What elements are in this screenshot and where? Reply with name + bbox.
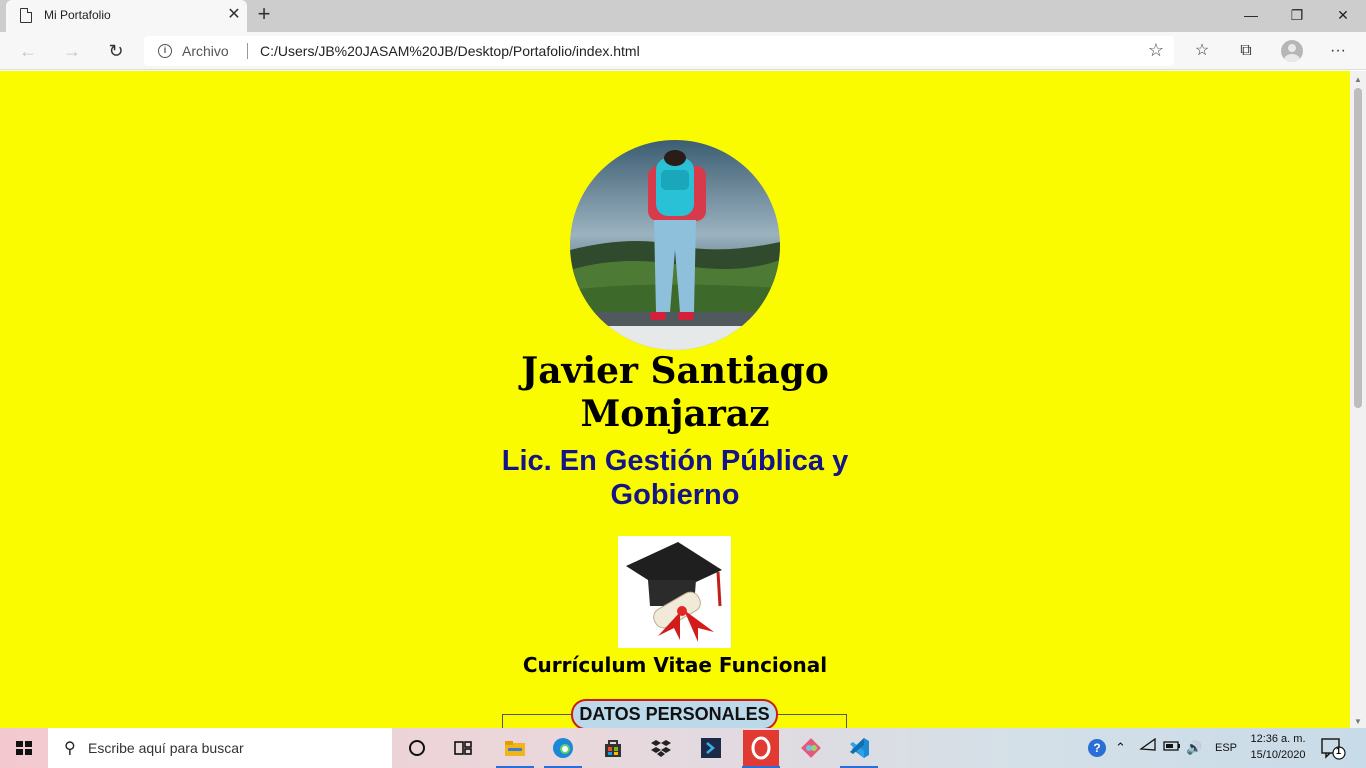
windows-logo-icon	[16, 741, 32, 755]
forward-icon[interactable]: →	[58, 38, 86, 64]
scroll-thumb[interactable]	[1354, 88, 1362, 408]
help-icon[interactable]: ?	[1086, 728, 1108, 768]
site-label: Archivo	[182, 43, 229, 59]
taskbar-search-box[interactable]: ⚲ Escribe aquí para buscar	[48, 728, 392, 768]
favorites-list-icon[interactable]: ☆	[1190, 40, 1214, 64]
edge-icon[interactable]	[540, 728, 586, 768]
file-explorer-icon[interactable]	[492, 728, 538, 768]
address-bar[interactable]: i Archivo C:/Users/JB%20JASAM%20JB/Deskt…	[144, 36, 1174, 66]
graduation-cap-image	[618, 536, 731, 648]
clock[interactable]: 12:36 a. m. 15/10/2020	[1248, 731, 1308, 763]
start-button[interactable]	[0, 728, 48, 768]
task-view-icon[interactable]	[440, 728, 486, 768]
notification-count: 1	[1336, 746, 1342, 756]
vscode-icon[interactable]	[836, 728, 882, 768]
powershell-icon[interactable]	[688, 728, 734, 768]
chevron-up-icon[interactable]: ⌃	[1115, 728, 1126, 768]
address-divider	[247, 43, 248, 59]
url-text[interactable]: C:/Users/JB%20JASAM%20JB/Desktop/Portafo…	[260, 43, 640, 59]
browser-toolbar: ← → ↻ i Archivo C:/Users/JB%20JASAM%20JB…	[0, 32, 1366, 70]
person-name: Javier Santiago Monjaraz	[521, 350, 829, 435]
notification-center-icon[interactable]: 1	[1320, 736, 1346, 760]
page-viewport: Javier Santiago Monjaraz Lic. En Gestión…	[0, 71, 1350, 728]
minimize-button[interactable]: —	[1228, 0, 1274, 32]
opera-icon[interactable]	[738, 728, 784, 768]
vertical-scrollbar[interactable]: ▲ ▼	[1350, 71, 1366, 728]
page-icon	[20, 8, 32, 23]
close-window-button[interactable]: ✕	[1320, 0, 1366, 32]
tab-strip: Mi Portafolio ✕ + — ❐ ✕	[0, 0, 1366, 32]
more-icon[interactable]: ···	[1326, 40, 1350, 64]
wifi-icon[interactable]	[1139, 728, 1157, 768]
battery-icon[interactable]	[1163, 728, 1181, 768]
tab-title: Mi Portafolio	[44, 8, 111, 22]
profile-photo	[570, 140, 780, 350]
section-legend: DATOS PERSONALES	[571, 699, 778, 728]
info-icon[interactable]: i	[158, 44, 172, 58]
clock-date: 15/10/2020	[1250, 749, 1306, 761]
back-icon[interactable]: ←	[14, 38, 42, 64]
degree-title: Lic. En Gestión Pública y Gobierno	[501, 445, 849, 511]
refresh-icon[interactable]: ↻	[102, 38, 130, 64]
cv-title: Currículum Vitae Funcional	[522, 653, 828, 677]
svg-text:?: ?	[1093, 741, 1100, 755]
windows-taskbar: ⚲ Escribe aquí para buscar ? ⌃ 🔊 ESP 12:…	[0, 728, 1366, 768]
cortana-icon[interactable]	[394, 728, 440, 768]
tab-close-icon[interactable]: ✕	[224, 5, 244, 25]
clock-time: 12:36 a. m.	[1250, 733, 1306, 745]
scroll-down-icon[interactable]: ▼	[1354, 717, 1362, 726]
store-icon[interactable]	[590, 728, 636, 768]
language-indicator[interactable]: ESP	[1215, 728, 1237, 768]
git-icon[interactable]	[788, 728, 834, 768]
restore-button[interactable]: ❐	[1274, 0, 1320, 32]
favorite-star-icon[interactable]: ☆	[1148, 40, 1164, 61]
browser-tab[interactable]: Mi Portafolio ✕	[6, 0, 247, 32]
volume-icon[interactable]: 🔊	[1186, 728, 1202, 768]
search-placeholder: Escribe aquí para buscar	[88, 740, 244, 756]
scroll-up-icon[interactable]: ▲	[1354, 75, 1362, 84]
new-tab-button[interactable]: +	[252, 3, 276, 27]
collections-icon[interactable]: ⧉	[1234, 40, 1258, 64]
dropbox-icon[interactable]	[638, 728, 684, 768]
search-icon: ⚲	[64, 740, 76, 757]
profile-icon[interactable]	[1281, 40, 1303, 62]
